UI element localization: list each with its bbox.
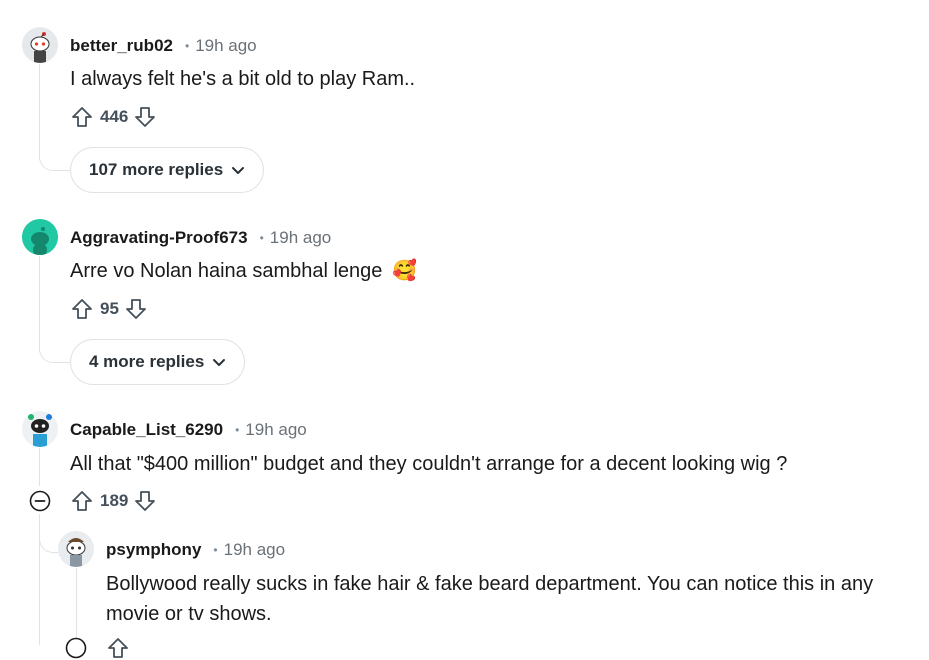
vote-score: 189: [100, 491, 129, 510]
thread-elbow-2: [39, 322, 72, 363]
downvote-icon[interactable]: [124, 297, 148, 321]
reply-text-line: movie or tv shows.: [106, 603, 272, 625]
author-name[interactable]: psymphony: [106, 540, 201, 560]
vote-bar: 446: [70, 104, 157, 130]
thread-elbow-1: [39, 130, 72, 171]
author-name[interactable]: Aggravating-Proof673: [70, 228, 248, 248]
reply-meta: psymphony • 19h ago: [106, 538, 285, 562]
snoo-avatar-icon: [22, 27, 58, 63]
downvote-icon[interactable]: [133, 489, 157, 513]
timestamp[interactable]: 19h ago: [245, 420, 306, 440]
comment-meta: Aggravating-Proof673 • 19h ago: [70, 226, 331, 250]
meta-separator: •: [184, 39, 190, 53]
avatar[interactable]: [22, 411, 58, 447]
more-replies-button[interactable]: 107 more replies: [70, 147, 265, 193]
upvote-icon[interactable]: [70, 105, 94, 129]
snoo-avatar-icon: [58, 531, 94, 567]
avatar[interactable]: [22, 27, 58, 63]
vote-score: 446: [100, 107, 129, 126]
meta-separator: •: [235, 423, 240, 437]
timestamp[interactable]: 19h ago: [270, 228, 331, 248]
timestamp[interactable]: 19h ago: [224, 540, 285, 560]
comment-text: Arre vo Nolan haina sambhal lenge: [70, 260, 383, 282]
chevron-down-icon: [232, 167, 245, 174]
meta-separator: •: [213, 543, 218, 557]
author-name[interactable]: better_rub02: [70, 36, 173, 56]
comment-body: I always felt he's a bit old to play Ram…: [70, 68, 416, 90]
author-name[interactable]: Capable_List_6290: [70, 420, 223, 440]
more-replies-label: 107 more replies: [89, 160, 224, 179]
upvote-icon[interactable]: [70, 489, 94, 513]
collapse-thread-icon[interactable]: [65, 637, 87, 659]
vote-bar: 95: [70, 296, 148, 322]
vote-score: 95: [100, 299, 119, 318]
comment-body: Arre vo Nolan haina sambhal lenge 🥰: [70, 256, 417, 286]
comment-body: All that "$400 million" budget and they …: [70, 453, 788, 475]
timestamp[interactable]: 19h ago: [195, 36, 256, 56]
collapse-thread-icon[interactable]: [29, 490, 51, 512]
meta-separator: •: [259, 231, 264, 245]
upvote-icon[interactable]: [70, 297, 94, 321]
snoo-avatar-icon: [22, 411, 58, 447]
comment-meta: Capable_List_6290 • 19h ago: [70, 418, 307, 442]
thread-elbow-3: [39, 522, 58, 553]
reply-text-line: Bollywood really sucks in fake hair & fa…: [106, 573, 874, 595]
avatar[interactable]: [58, 531, 94, 567]
upvote-icon[interactable]: [106, 636, 130, 660]
snoo-avatar-icon: [22, 219, 58, 255]
thread-line-3a: [39, 448, 40, 486]
more-replies-button[interactable]: 4 more replies: [70, 339, 246, 385]
smiling-hearts-emoji: 🥰: [391, 260, 417, 282]
more-replies-label: 4 more replies: [89, 352, 205, 371]
avatar[interactable]: [22, 219, 58, 255]
chevron-down-icon: [213, 359, 226, 366]
vote-bar: 189: [70, 488, 157, 514]
reply-body: Bollywood really sucks in fake hair & fa…: [106, 569, 921, 629]
comment-meta: better_rub02 • 19h ago: [70, 34, 257, 58]
thread-line-reply: [76, 568, 77, 645]
downvote-icon[interactable]: [133, 105, 157, 129]
